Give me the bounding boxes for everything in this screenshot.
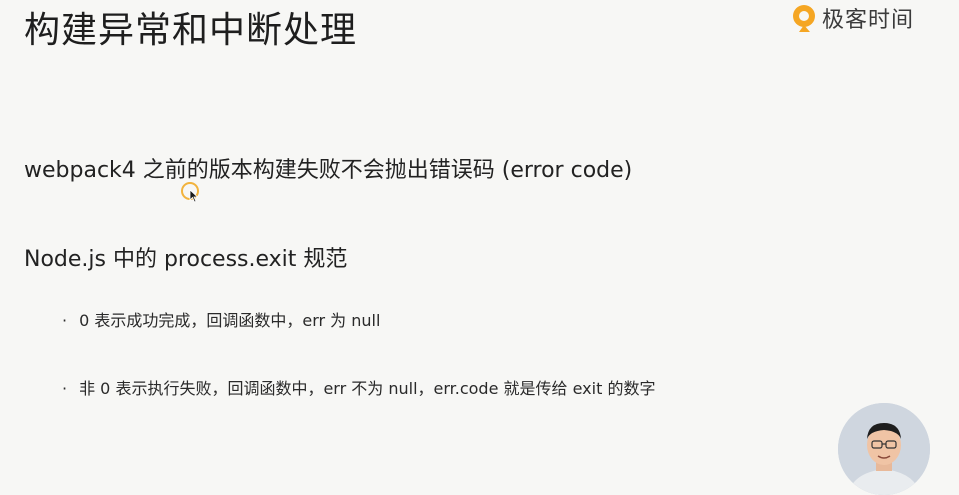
presenter-video [838, 403, 930, 495]
subheading-line: Node.js 中的 process.exit 规范 [24, 247, 348, 272]
brand-logo: 极客时间 [790, 0, 914, 36]
statement-line: webpack4 之前的版本构建失败不会抛出错误码 (error code) [24, 158, 633, 183]
slide: 构建异常和中断处理 极客时间 webpack4 之前的版本构建失败不会抛出错误码… [0, 0, 959, 495]
geektime-logo-icon [793, 5, 815, 32]
bullet-text: 0 表示成功完成，回调函数中，err 为 null [79, 311, 381, 330]
mouse-cursor-icon [181, 182, 199, 203]
slide-title: 构建异常和中断处理 [24, 10, 358, 51]
logo-text: 极客时间 [822, 8, 915, 33]
presenter-avatar-icon [838, 403, 930, 495]
bullet-item: · 0 表示成功完成，回调函数中，err 为 null [62, 310, 380, 332]
bullet-text: 非 0 表示执行失败，回调函数中，err 不为 null，err.code 就是… [79, 379, 656, 398]
bullet-marker: · [62, 311, 68, 330]
bullet-item: · 非 0 表示执行失败，回调函数中，err 不为 null，err.code … [62, 378, 655, 400]
bullet-marker: · [62, 379, 68, 398]
